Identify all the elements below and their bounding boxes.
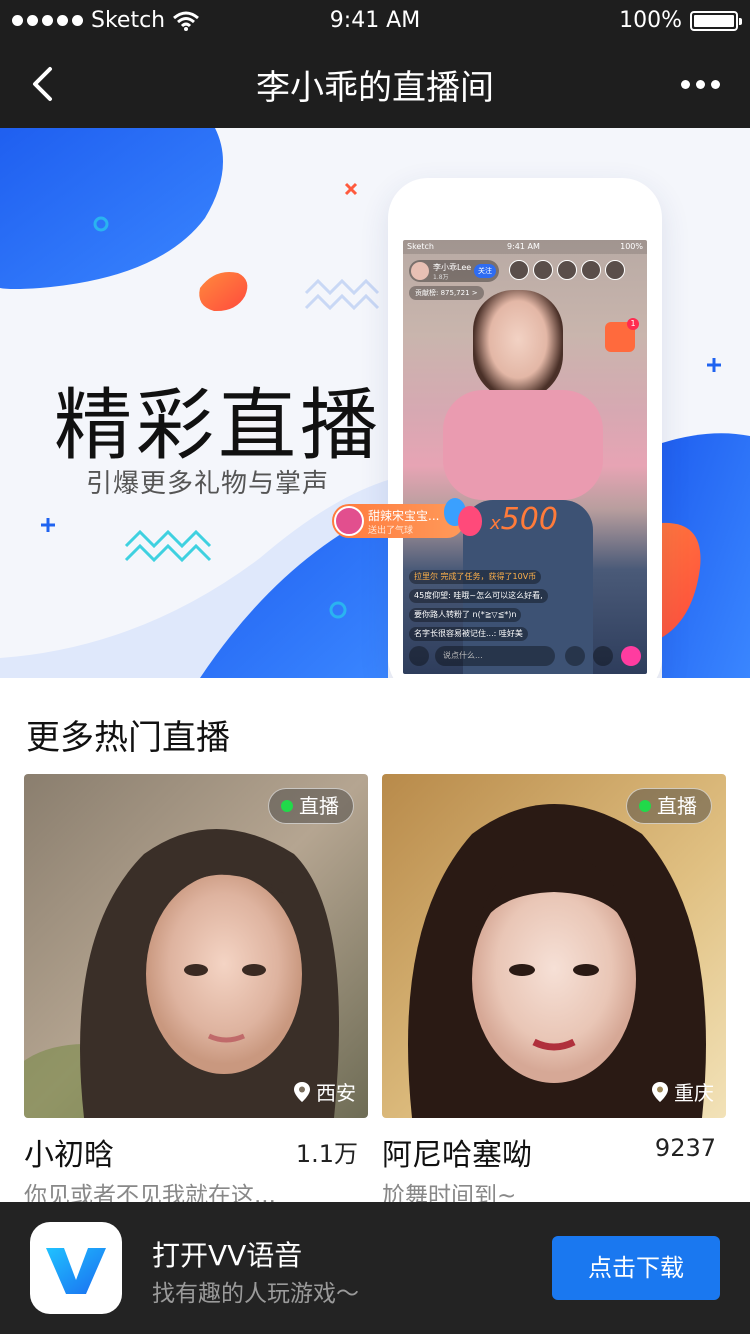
gift-box-icon: 1 xyxy=(605,318,639,352)
app-subtitle: 找有趣的人玩游戏～ xyxy=(152,1281,359,1307)
live-badge: 直播 xyxy=(268,788,354,824)
chat-line: 45度仰望: 哇哦~怎么可以这么好看, xyxy=(409,589,548,603)
promo-banner[interactable]: 精彩直播 引爆更多礼物与掌声 Sketch 9:41 AM 100% 李小乖Le… xyxy=(0,128,750,678)
section-title: 更多热门直播 xyxy=(26,718,230,758)
phone-screen: Sketch 9:41 AM 100% 李小乖Lee 1.8万 关注 贡献榜: … xyxy=(403,240,647,674)
app-title: 打开VV语音 xyxy=(152,1239,303,1272)
gift-icon xyxy=(621,646,641,666)
status-bar: Sketch 9:41 AM 100% xyxy=(0,0,750,40)
avatar xyxy=(411,262,429,280)
phone-mockup: Sketch 9:41 AM 100% 李小乖Lee 1.8万 关注 贡献榜: … xyxy=(388,178,662,678)
phone-carrier: Sketch xyxy=(407,242,434,251)
message-icon xyxy=(409,646,429,666)
video-icon xyxy=(565,646,585,666)
banner-subhead: 引爆更多礼物与掌声 xyxy=(86,469,330,499)
banner-headline: 精彩直播 xyxy=(54,381,383,471)
streamer-photo xyxy=(382,774,726,1118)
battery-icon xyxy=(690,10,742,31)
vv-logo-icon[interactable] xyxy=(30,1222,122,1314)
phone-status-bar: Sketch 9:41 AM 100% xyxy=(403,240,647,254)
viewer-avatars xyxy=(509,260,625,280)
phone-time: 9:41 AM xyxy=(507,242,540,251)
chat-line: 名字长很容易被记住...: 哇好美 xyxy=(409,627,528,641)
chat-input: 说点什么... xyxy=(435,646,555,666)
location-tag: 重庆 xyxy=(652,1077,714,1106)
viewer-count: 9237 xyxy=(654,1134,716,1162)
more-dots-icon[interactable] xyxy=(681,80,720,89)
streamer-name[interactable]: 小初晗 xyxy=(24,1130,114,1174)
location-pin-icon xyxy=(652,1081,668,1102)
download-bar: 打开VV语音 找有趣的人玩游戏～ 点击下载 xyxy=(0,1202,750,1334)
download-button[interactable]: 点击下载 xyxy=(552,1236,720,1300)
nav-bar: 李小乖的直播间 xyxy=(0,40,750,128)
gift-action: 送出了气球 xyxy=(368,526,414,536)
follow-button: 关注 xyxy=(474,264,496,278)
chat-line: 拉里尔 完成了任务，获得了10V币 xyxy=(409,570,542,584)
screen: Sketch 9:41 AM 100% 李小乖的直播间 精彩直播 引爆更多礼物与… xyxy=(0,0,750,1334)
page-title: 李小乖的直播间 xyxy=(256,68,494,108)
chat-line: 要你路人转粉了 n(*≧▽≦*)n xyxy=(409,608,522,622)
streamer-photo xyxy=(24,774,368,1118)
balloon-icon xyxy=(458,506,482,536)
live-label: 直播 xyxy=(299,794,339,818)
combo-count: 500 xyxy=(500,502,558,537)
streamer-image-body xyxy=(443,390,603,500)
live-badge: 直播 xyxy=(626,788,712,824)
battery-percent: 100% xyxy=(619,8,682,33)
live-card-photo[interactable]: 直播 重庆 xyxy=(382,774,726,1118)
viewer-count: 1.1万 xyxy=(295,1140,358,1168)
share-icon xyxy=(593,646,613,666)
location-tag: 西安 xyxy=(294,1077,356,1106)
contribution-rank: 贡献榜: 875,721 > xyxy=(409,286,484,300)
streamer-fans: 1.8万 xyxy=(433,274,449,281)
gift-sender: 甜辣宋宝宝... xyxy=(368,509,440,523)
phone-battery: 100% xyxy=(620,242,643,251)
streamer-name[interactable]: 阿尼哈塞呦 xyxy=(382,1130,532,1174)
status-right: 100% xyxy=(619,8,742,33)
live-dot-icon xyxy=(281,800,293,812)
live-dot-icon xyxy=(639,800,651,812)
location-label: 西安 xyxy=(316,1081,356,1105)
chat-list: 拉里尔 完成了任务，获得了10V币 45度仰望: 哇哦~怎么可以这么好看, 要你… xyxy=(409,570,599,646)
live-label: 直播 xyxy=(657,794,697,818)
location-pin-icon xyxy=(294,1081,310,1102)
live-card-photo[interactable]: 直播 西安 xyxy=(24,774,368,1118)
streamer-image-face xyxy=(473,290,563,400)
location-label: 重庆 xyxy=(674,1081,714,1105)
streamer-chip: 李小乖Lee 1.8万 关注 xyxy=(409,260,499,282)
phone-input-bar: 说点什么... xyxy=(409,644,641,668)
gift-combo: x500 xyxy=(490,502,558,537)
combo-prefix: x xyxy=(490,513,501,534)
sender-avatar xyxy=(334,506,364,536)
